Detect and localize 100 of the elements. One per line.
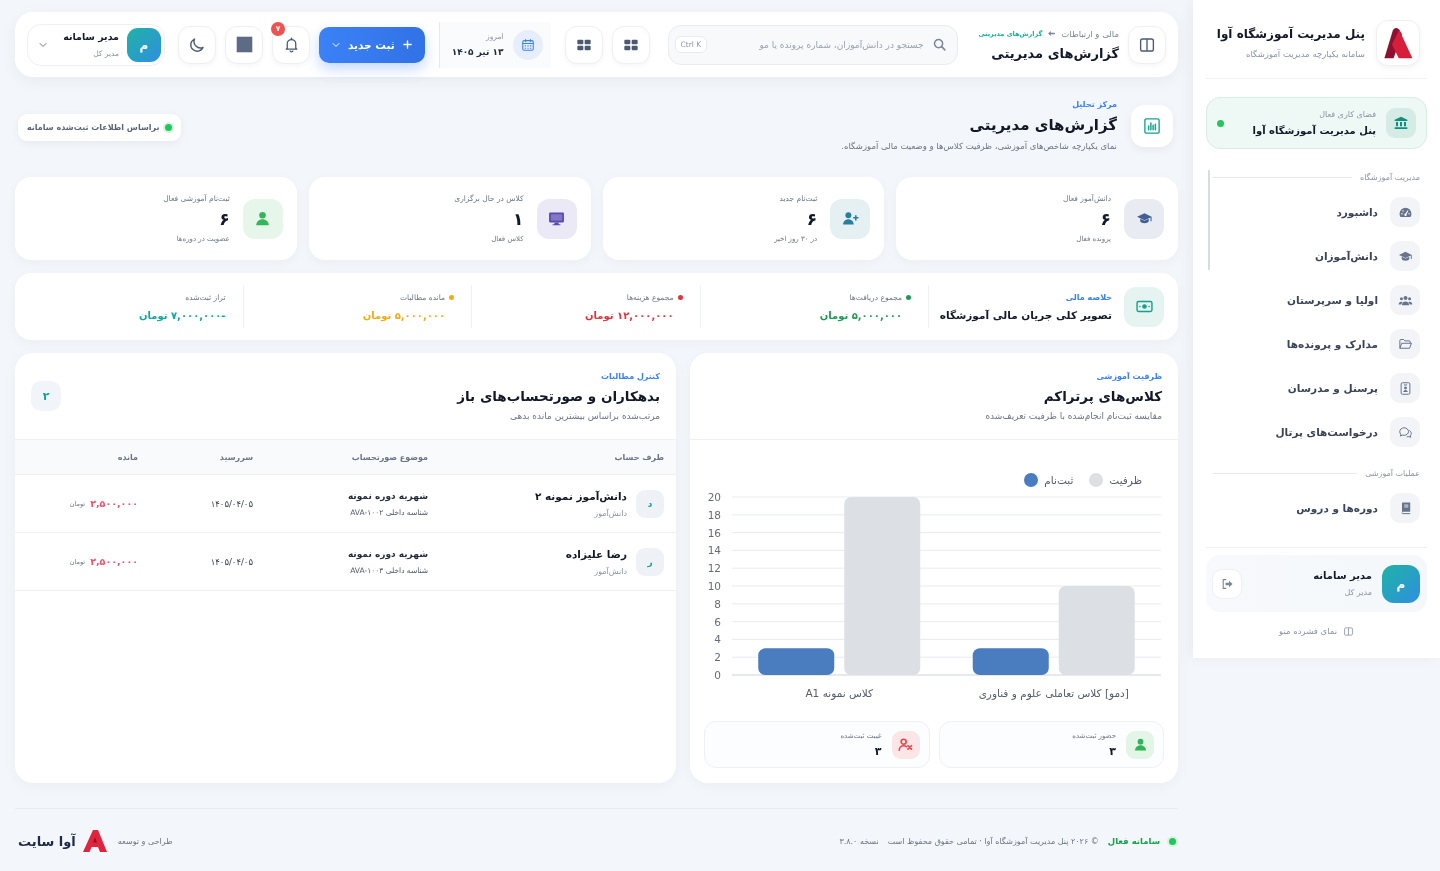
invoice-subject: شهریه دوره نمونه (347, 490, 428, 501)
axis-tick-label: 6 (714, 615, 721, 628)
section-eyebrow: کنترل مطالبات (601, 371, 660, 381)
section-eyebrow: مرکز تحلیل (1072, 100, 1117, 109)
party-type: دانش‌آموز (594, 566, 627, 576)
column-header: طرف حساب (613, 452, 664, 462)
workspace-label: فضای کاری فعال (1319, 110, 1376, 119)
user-icon (242, 198, 283, 239)
panel-title: کلاس‌های پرتراکم (1043, 387, 1162, 404)
party-name: دانش‌آموز نمونه ۲ (534, 489, 627, 502)
breadcrumb-link[interactable]: مالی و ارتباطات (1061, 28, 1119, 39)
page-heading: گزارش‌های مدیریتی (969, 116, 1117, 134)
book-icon (1390, 493, 1420, 523)
nav-item[interactable]: دانش‌آموزان (1206, 234, 1427, 278)
axis-tick-label: 18 (707, 508, 721, 521)
metric-value: ۵,۰۰۰,۰۰۰ تومان (362, 309, 446, 321)
section-title: عملیات آموزشی (1365, 468, 1420, 478)
chat-bubbles-icon (1390, 417, 1420, 447)
nav-item[interactable]: دوره‌ها و دروس (1206, 486, 1427, 530)
party-type: دانش‌آموز (594, 508, 627, 518)
nav-item[interactable]: داشبورد (1206, 190, 1427, 234)
brand-name: آوا سایت (18, 833, 76, 849)
stat-value: ۶ (1100, 208, 1111, 230)
summary-value: ۳ (1109, 744, 1116, 758)
scrollbar[interactable] (1208, 170, 1210, 270)
square-icon (235, 36, 253, 53)
axis-tick-label: 4 (714, 633, 721, 646)
user-name: مدیر سامانه (63, 31, 119, 42)
graduation-cap-icon (1390, 241, 1420, 271)
copyright-text: © ۲۰۲۶ پنل مدیریت آموزشگاه آوا · تمامی حقوق محفوظ است (887, 836, 1099, 846)
user-plus-icon (830, 198, 871, 239)
folder-icon (1390, 329, 1420, 359)
grid-button[interactable] (564, 25, 603, 64)
panel-icon (1138, 35, 1156, 54)
nav-item[interactable]: درخواست‌های پرتال (1206, 410, 1427, 454)
monitor-icon (536, 198, 577, 239)
axis-tick-label: 10 (707, 580, 721, 592)
version-text: نسخه ۳.۸.۰ (839, 836, 879, 846)
logout-button[interactable] (1212, 568, 1242, 599)
stat-value: ۶ (219, 208, 230, 230)
metric-value: ۵,۰۰۰,۰۰۰ تومان (819, 309, 903, 321)
nav-item[interactable]: پرسنل و مدرسان (1206, 366, 1427, 410)
user-role: مدیر کل (1344, 588, 1372, 597)
section-title: تصویر کلی جریان مالی آموزشگاه (939, 308, 1112, 321)
user-avatar: م (1382, 564, 1420, 603)
arrow-icon (1047, 29, 1057, 38)
stat-value: ۶ (806, 208, 818, 230)
graduation-cap-icon (1124, 198, 1164, 239)
bar-chart-icon (1131, 105, 1173, 147)
user-x-icon (891, 730, 920, 759)
summary-value: ۳ (874, 744, 882, 758)
user-icon (1126, 730, 1154, 759)
section-eyebrow: خلاصه مالی (1065, 292, 1112, 302)
new-entry-button[interactable]: ثبت جدید (319, 26, 425, 63)
people-icon (1390, 285, 1420, 315)
bank-icon (1386, 108, 1416, 138)
amount-value: ۲,۵۰۰,۰۰۰ (90, 556, 138, 567)
workspace-card[interactable]: فضای کاری فعال پنل مدیریت آموزشگاه آوا (1206, 97, 1427, 149)
search-icon (931, 37, 947, 52)
money-icon (1124, 286, 1164, 327)
theme-toggle-button[interactable] (178, 25, 216, 64)
panel-subtitle: مرتب‌شده براساس بیشترین مانده بدهی (509, 410, 660, 421)
legend-label: ظرفیت (1109, 474, 1142, 486)
column-header: موضوع صورتحساب (350, 452, 428, 462)
nav-item[interactable]: مدارک و پرونده‌ها (1206, 322, 1427, 366)
stat-value: ۱ (513, 208, 524, 230)
due-date: ۱۴۰۵/۰۴/۰۵ (210, 556, 253, 567)
logo-icon (1376, 20, 1420, 66)
user-name: مدیر سامانه (1313, 570, 1372, 581)
legend-label: ثبت‌نام (1044, 474, 1074, 486)
grid-button[interactable] (611, 25, 650, 64)
column-header: مانده (116, 452, 138, 462)
toolbar-button[interactable] (225, 25, 263, 64)
sidebar-toggle-button[interactable] (1128, 25, 1166, 64)
gauge-icon (1390, 197, 1420, 227)
credit-text: طراحی و توسعه (117, 836, 173, 846)
logout-icon (1220, 576, 1234, 591)
moon-icon (188, 35, 206, 54)
category-label: [دمو] کلاس تعاملی علوم و فناوری (978, 687, 1129, 699)
metric-value: -۷,۰۰۰,۰۰۰ تومان (139, 309, 226, 321)
axis-tick-label: 20 (707, 491, 721, 503)
axis-tick-label: 12 (707, 562, 721, 575)
workspace-name: پنل مدیریت آموزشگاه آوا (1252, 125, 1376, 136)
avatar-initial: ر (636, 547, 664, 576)
date-text: ۱۳ تیر ۱۴۰۵ (451, 47, 504, 57)
panel-subtitle: مقایسه ثبت‌نام انجام‌شده با ظرفیت تعریف‌شده (985, 410, 1162, 421)
app-subtitle: سامانه یکپارچه مدیریت آموزشگاه (1245, 49, 1365, 59)
axis-tick-label: 14 (707, 544, 721, 557)
axis-tick-label: 8 (714, 597, 721, 610)
amount-value: ۲,۵۰۰,۰۰۰ (90, 498, 138, 509)
nav-item[interactable]: اولیا و سرپرستان (1206, 278, 1427, 322)
page-title: گزارش‌های مدیریتی (991, 45, 1119, 61)
invoice-subject: شهریه دوره نمونه (347, 548, 428, 559)
page-description: نمای یکپارچه شاخص‌های آموزشی، ظرفیت کلاس‌ها و وضعیت مالی آموزشگاه. (841, 141, 1117, 151)
count-badge: ۲ (31, 381, 61, 411)
section-title: مدیریت آموزشگاه (1360, 172, 1420, 182)
axis-tick-label: 16 (707, 526, 721, 539)
category-label: کلاس نمونه A1 (805, 687, 874, 699)
id-badge-icon (1390, 373, 1420, 403)
plus-icon (401, 39, 413, 50)
